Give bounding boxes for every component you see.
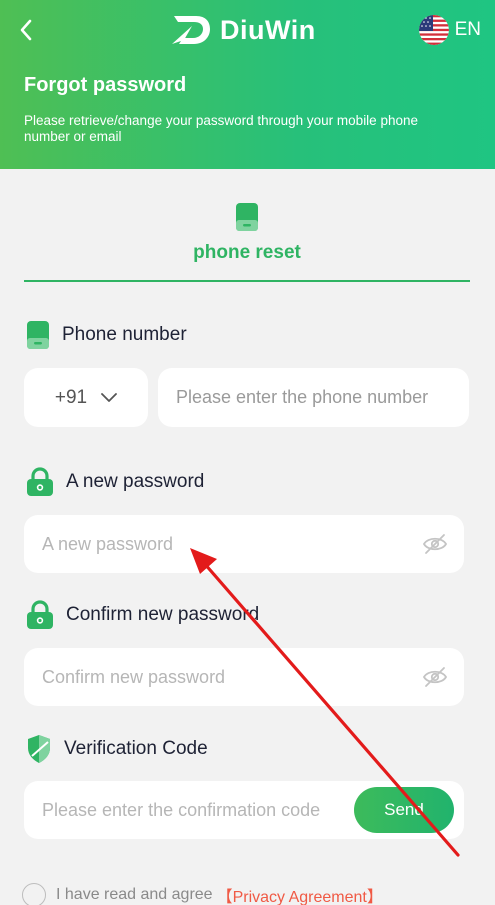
back-button[interactable] [12,16,40,44]
eye-off-icon[interactable] [422,532,448,556]
forgot-password-page: DiuWin EN Forgot password Please retriev… [0,0,495,905]
lock-icon [27,600,53,629]
agreement-text: I have read and agree [56,886,213,903]
verification-code-box: Send [24,781,464,839]
new-password-box [24,515,464,573]
eye-off-icon[interactable] [422,665,448,689]
phone-input[interactable] [158,368,469,427]
phone-label: Phone number [62,324,187,345]
country-code-select[interactable]: +91 [24,368,148,427]
country-code-value: +91 [54,386,88,408]
us-flag-icon [418,15,449,45]
language-label: EN [454,19,481,40]
confirm-password-input[interactable] [24,648,464,706]
tab-underline [24,280,470,282]
chevron-down-icon [101,392,118,402]
page-title: Forgot password [24,74,187,96]
new-password-label-row: A new password [26,467,204,497]
lock-icon [27,467,53,496]
agreement-row: I have read and agree 【Privacy Agreement… [22,882,383,905]
phone-icon [236,203,258,231]
agreement-checkbox[interactable] [22,883,46,905]
tab-label: phone reset [193,242,301,263]
phone-input-box [158,368,469,427]
chevron-left-icon [20,19,32,41]
verification-label: Verification Code [64,738,208,759]
brand-name: DiuWin [220,14,316,45]
header: DiuWin EN Forgot password Please retriev… [0,0,495,169]
new-password-input[interactable] [24,515,464,573]
page-subtitle: Please retrieve/change your password thr… [24,113,418,144]
diuwin-logo-icon [172,16,210,44]
language-selector[interactable]: EN [418,14,481,46]
confirm-password-label-row: Confirm new password [26,600,259,630]
phone-label-row: Phone number [26,320,187,350]
phone-icon [27,321,49,349]
verification-label-row: Verification Code [26,734,208,764]
confirm-password-label: Confirm new password [66,604,260,625]
shield-icon [28,735,50,763]
brand-logo: DiuWin [170,12,316,48]
tab-phone-reset[interactable]: phone reset [24,196,470,282]
send-code-button[interactable]: Send [354,787,454,833]
privacy-agreement-link[interactable]: 【Privacy Agreement】 [217,883,383,905]
new-password-label: A new password [66,471,205,492]
confirm-password-box [24,648,464,706]
